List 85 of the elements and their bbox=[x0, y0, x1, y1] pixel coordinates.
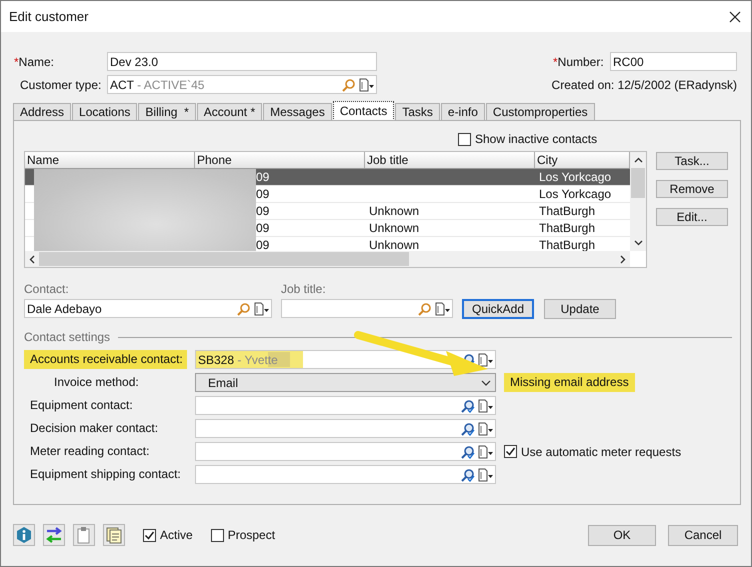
field-label: Customer type: bbox=[19, 78, 102, 92]
table-cell: 09 bbox=[256, 187, 270, 201]
field-label: Equipment contact: bbox=[29, 397, 134, 414]
field-label: Decision maker contact: bbox=[29, 420, 160, 437]
field-label: *Name: bbox=[14, 54, 56, 68]
button[interactable]: Cancel bbox=[668, 524, 738, 546]
table-row[interactable]: 09 Unknown ThatBurgh bbox=[25, 220, 630, 237]
field-label: Equipment shipping contact: bbox=[29, 466, 182, 483]
window-title: Edit customer bbox=[9, 9, 90, 24]
contact-field[interactable] bbox=[195, 419, 496, 438]
prospect-checkbox[interactable]: Prospect bbox=[210, 528, 276, 542]
field-label: Contact: bbox=[24, 282, 70, 296]
field-label: *Number: bbox=[553, 54, 605, 68]
document-dropdown-icon[interactable] bbox=[477, 398, 493, 412]
field-label: Meter reading contact: bbox=[29, 443, 150, 460]
meter-requests-checkbox[interactable]: Use automatic meter requests bbox=[504, 444, 682, 458]
column-header[interactable]: Name bbox=[25, 152, 195, 168]
field-label: Job title: bbox=[281, 282, 327, 296]
tab[interactable]: Customproperties bbox=[486, 103, 595, 120]
document-dropdown-icon[interactable] bbox=[477, 422, 493, 436]
search-icon[interactable] bbox=[461, 398, 475, 412]
table-cell: Unknown bbox=[369, 238, 420, 251]
search-icon[interactable] bbox=[461, 422, 475, 436]
invoice-method-dropdown[interactable]: Email bbox=[195, 373, 496, 392]
button[interactable]: Edit... bbox=[656, 208, 728, 226]
column-header[interactable]: Job title bbox=[365, 152, 535, 168]
number-field[interactable]: RC00 bbox=[610, 52, 737, 71]
checkmark-icon bbox=[505, 446, 516, 457]
field-label: Accounts receivable contact: bbox=[24, 350, 187, 369]
tab[interactable]: Messages bbox=[263, 103, 332, 120]
button[interactable]: OK bbox=[588, 524, 656, 546]
tab[interactable]: e-info bbox=[440, 103, 485, 120]
table-cell: ThatBurgh bbox=[539, 204, 596, 218]
contact-field[interactable] bbox=[195, 442, 496, 461]
document-dropdown-icon[interactable] bbox=[434, 302, 450, 316]
warning-note: Missing email address bbox=[504, 373, 635, 392]
chevron-down-icon[interactable] bbox=[481, 380, 491, 386]
table-cell: Unknown bbox=[369, 221, 420, 235]
table-cell: Unknown bbox=[369, 204, 420, 218]
table-cell: 09 bbox=[256, 170, 270, 184]
document-dropdown-icon[interactable] bbox=[477, 352, 493, 366]
scroll-right-icon[interactable] bbox=[620, 254, 626, 264]
document-dropdown-icon[interactable] bbox=[477, 444, 493, 458]
scroll-down-icon[interactable] bbox=[634, 240, 642, 246]
tab[interactable]: Locations bbox=[72, 103, 138, 120]
tab[interactable]: Account * bbox=[196, 103, 262, 120]
contact-field[interactable]: Dale Adebayo bbox=[24, 299, 272, 318]
scroll-left-icon[interactable] bbox=[29, 254, 35, 264]
name-field[interactable]: Dev 23.0 bbox=[107, 52, 377, 71]
job-title-field[interactable] bbox=[281, 299, 453, 318]
search-icon[interactable] bbox=[461, 468, 475, 482]
created-on-text: Created on: 12/5/2002 (ERadynsk) bbox=[552, 78, 737, 92]
tab[interactable]: Address bbox=[13, 103, 72, 120]
button[interactable]: Task... bbox=[656, 152, 728, 170]
group-title: Contact settings bbox=[24, 330, 110, 344]
customer-type-field[interactable]: ACT - ACTIVE`45 bbox=[107, 75, 377, 94]
horizontal-scrollbar[interactable] bbox=[25, 251, 630, 267]
contact-field[interactable] bbox=[195, 396, 496, 415]
document-dropdown-icon[interactable] bbox=[358, 78, 374, 92]
tab[interactable]: Contacts bbox=[332, 101, 394, 121]
checkmark-icon bbox=[144, 530, 155, 540]
button[interactable]: QuickAdd bbox=[462, 299, 534, 319]
button[interactable]: Update bbox=[544, 299, 616, 319]
document-dropdown-icon[interactable] bbox=[477, 468, 493, 482]
table-cell: 09 bbox=[256, 204, 270, 218]
vertical-scrollbar[interactable] bbox=[630, 152, 646, 251]
table-cell: Los Yorkcago bbox=[539, 187, 612, 201]
table-row[interactable]: 09 Los Yorkcago bbox=[25, 169, 630, 186]
table-row[interactable]: 09 Unknown ThatBurgh bbox=[25, 203, 630, 220]
table-cell: ThatBurgh bbox=[539, 221, 596, 235]
document-dropdown-icon[interactable] bbox=[253, 302, 269, 316]
button[interactable]: Remove bbox=[656, 180, 728, 198]
active-checkbox[interactable]: Active bbox=[143, 528, 193, 542]
table-cell: 09 bbox=[256, 238, 270, 251]
tab[interactable]: Tasks bbox=[395, 103, 440, 120]
table-cell: 09 bbox=[256, 221, 270, 235]
search-icon[interactable] bbox=[461, 444, 475, 458]
table-row[interactable]: 09 Los Yorkcago bbox=[25, 186, 630, 203]
table-cell: Los Yorkcago bbox=[539, 170, 612, 184]
column-header[interactable]: Phone bbox=[195, 152, 365, 168]
field-label: Invoice method: bbox=[53, 374, 140, 391]
tab[interactable]: Billing * bbox=[138, 103, 196, 120]
scroll-up-icon[interactable] bbox=[634, 157, 642, 163]
contact-field[interactable] bbox=[195, 465, 496, 484]
close-icon[interactable] bbox=[729, 10, 741, 22]
